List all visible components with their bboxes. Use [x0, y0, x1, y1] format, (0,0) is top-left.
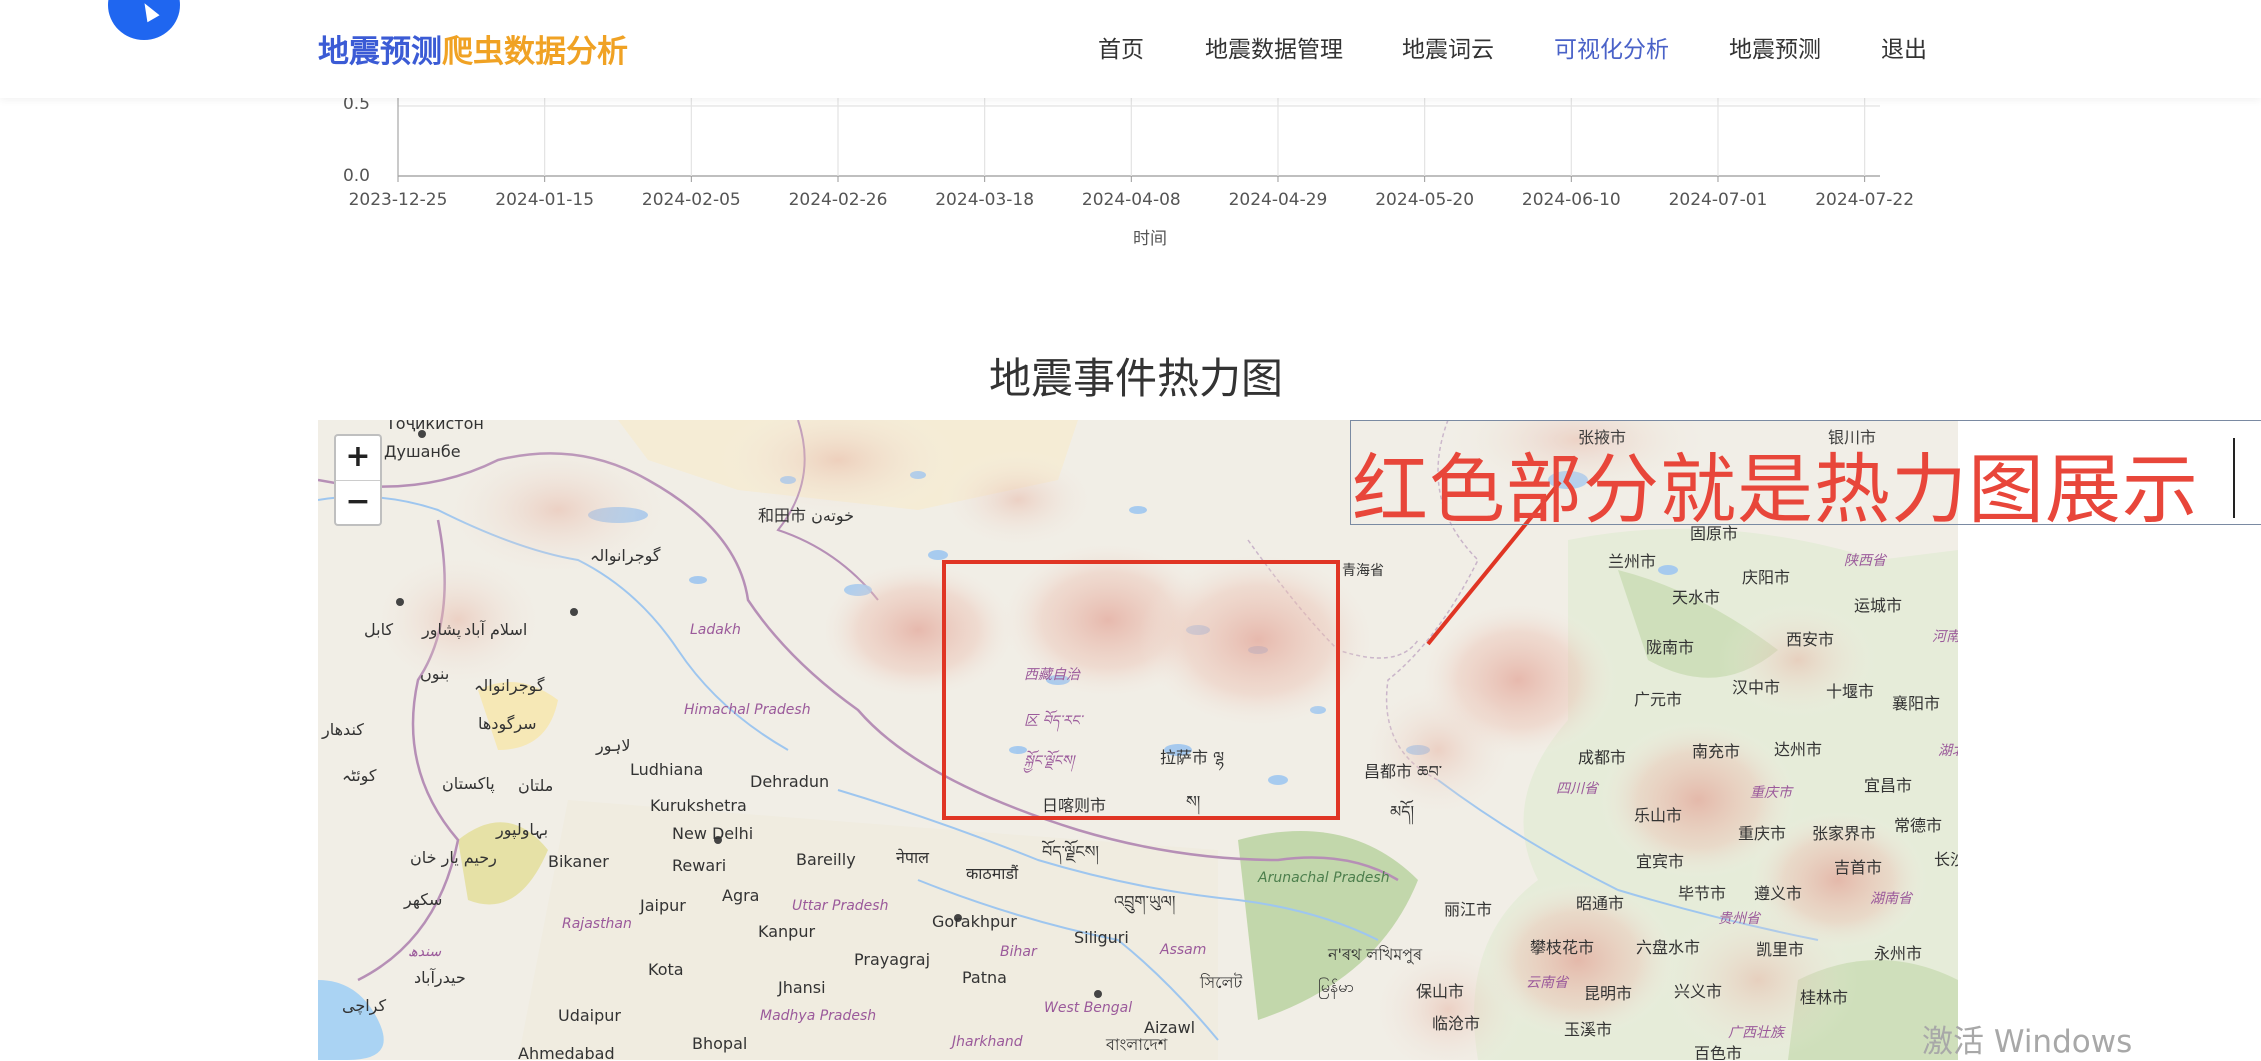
nav-word-cloud[interactable]: 地震词云: [1402, 30, 1494, 64]
nav-visual-analysis[interactable]: 可视化分析: [1554, 30, 1669, 64]
nav-prediction[interactable]: 地震预测: [1729, 30, 1821, 64]
main-nav: 首页 地震数据管理 地震词云 可视化分析 地震预测 退出: [0, 0, 2261, 98]
top-navbar: 地震预测爬虫数据分析 首页 地震数据管理 地震词云 可视化分析 地震预测 退出: [0, 0, 2261, 98]
nav-home[interactable]: 首页: [1098, 30, 1144, 64]
nav-data-management[interactable]: 地震数据管理: [1205, 30, 1343, 64]
windows-activation-watermark: 激活 Windows: [1922, 1024, 2133, 1060]
nav-logout[interactable]: 退出: [1881, 30, 1927, 64]
annotation-text: 红色部分就是热力图展示: [1352, 445, 2199, 534]
text-caret: [2233, 438, 2235, 518]
